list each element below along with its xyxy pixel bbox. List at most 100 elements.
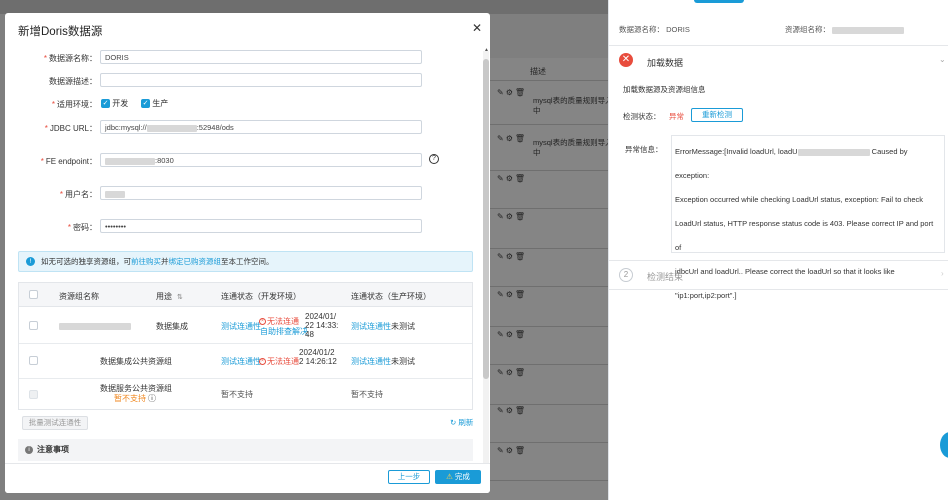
table-row: 数据服务公共资源组 暂不支持 ⓘ 暂不支持 暂不支持: [19, 379, 472, 410]
close-icon[interactable]: ✕: [472, 21, 482, 35]
jdbc-label: * JDBC URL：: [44, 124, 97, 133]
notes-section[interactable]: i 注意事项: [18, 439, 473, 461]
th-usage: 用途 ⇅: [156, 292, 183, 301]
sort-icon[interactable]: ⇅: [177, 294, 183, 301]
resource-group-name: 数据集成公共资源组: [100, 357, 172, 366]
chevron-icon[interactable]: ›: [941, 269, 944, 278]
env-prod-checkbox[interactable]: ✓ 生产: [141, 98, 168, 109]
panel-ds-name: 数据源名称： DORIS: [619, 25, 690, 34]
add-datasource-modal: 新增Doris数据源 ✕ * 数据源名称： DORIS 数据源描述： * 适用环境：…: [5, 13, 490, 493]
usage-cell: 数据集成: [156, 322, 188, 331]
help-icon[interactable]: ?: [429, 154, 439, 164]
prod-test-link[interactable]: 测试连通性: [351, 322, 391, 331]
row-action-icons: ✎⚙🗑: [497, 212, 528, 221]
check-icon: ✓: [141, 99, 150, 109]
modal-scrollbar[interactable]: [483, 51, 489, 471]
datasource-name-input[interactable]: DORIS: [100, 50, 422, 64]
dev-test-time: 2024/01/22 14:26:12: [299, 348, 337, 366]
background-table: [480, 58, 608, 500]
row-action-icons: ✎⚙🗑: [497, 134, 528, 143]
th-name: 资源组名称: [59, 292, 99, 301]
step1-title: 加载数据: [647, 58, 684, 68]
top-tab-indicator: [694, 0, 744, 3]
fe-endpoint-input[interactable]: :8030: [100, 153, 422, 167]
th-prod-status: 连通状态（生产环境）: [351, 292, 431, 301]
modal-title: 新增Doris数据源: [18, 26, 103, 38]
buy-link[interactable]: 前往购买: [131, 257, 161, 266]
resource-group-table: 资源组名称 用途 ⇅ 连通状态（开发环境） 连通状态（生产环境） 数据集成 测试连…: [18, 282, 473, 410]
bind-resource-group-link[interactable]: 绑定已购资源组: [169, 257, 222, 266]
table-header: 资源组名称 用途 ⇅ 连通状态（开发环境） 连通状态（生产环境）: [19, 283, 472, 307]
chevron-icon[interactable]: ⌄: [939, 55, 946, 64]
table-row: 数据集成公共资源组 测试连通性 × 无法连通 2024/01/22 14:26:1…: [19, 344, 472, 379]
row-checkbox[interactable]: [29, 321, 38, 330]
error-line: ErrorMessage:[Invalid loadUrl, loadU Cau…: [675, 147, 908, 180]
row-action-icons: ✎⚙🗑: [497, 252, 528, 261]
dev-status: 暂不支持: [221, 390, 253, 399]
row-action-icons: ✎⚙🗑: [497, 446, 528, 455]
check-status-label: 检测状态：: [623, 112, 661, 121]
error-message-box: ErrorMessage:[Invalid loadUrl, loadU Cau…: [671, 135, 945, 300]
error-icon: ×: [259, 318, 266, 326]
desc-label: 数据源描述：: [49, 77, 97, 86]
row-checkbox[interactable]: [29, 356, 38, 365]
recheck-button[interactable]: 重新检测: [691, 108, 743, 122]
prod-test-link[interactable]: 测试连通性: [351, 357, 391, 366]
row-checkbox-disabled: [29, 390, 38, 399]
refresh-button[interactable]: ↻ 刷新: [450, 417, 473, 428]
background-desc-cell: mysql表的质量规则导入中: [533, 96, 613, 115]
dev-test-link[interactable]: 测试连通性: [221, 322, 261, 331]
dev-status-fail: × 无法连通: [259, 357, 299, 366]
error-line: LoadUrl status, HTTP response status cod…: [675, 219, 934, 252]
username-label: * 用户名：: [59, 190, 97, 199]
info-icon: i: [25, 446, 33, 454]
row-action-icons: ✎⚙🗑: [497, 368, 528, 377]
panel-rg-name: 资源组名称：: [785, 24, 905, 35]
check-icon: ✓: [101, 99, 110, 109]
th-dev-status: 连通状态（开发环境）: [221, 292, 301, 301]
info-icon: !: [26, 257, 35, 266]
step1-desc: 加载数据源及资源组信息: [623, 85, 706, 94]
prev-step-button[interactable]: 上一步: [388, 470, 430, 484]
password-label: * 密码：: [67, 223, 97, 232]
env-label: * 适用环境：: [51, 100, 97, 109]
resource-group-name: [59, 322, 131, 331]
batch-test-button[interactable]: 批量测试连通性: [22, 416, 88, 430]
unsupported-badge: 暂不支持 ⓘ: [114, 394, 156, 403]
connectivity-check-panel: 数据源名称： DORIS 资源组名称： ✕ 加载数据 ⌄ 加载数据源及资源组信息…: [608, 0, 948, 500]
self-fix-link[interactable]: 自助排查解决: [260, 327, 308, 336]
row-action-icons: ✎⚙🗑: [497, 88, 528, 97]
table-row: 数据集成 测试连通性 × 无法连通 自助排查解决 2024/01/22 14:33…: [19, 308, 472, 344]
error-line: Exception occurred while checking LoadUr…: [675, 195, 924, 204]
datasource-desc-input[interactable]: [100, 73, 422, 87]
prod-status: 未测试: [391, 322, 415, 331]
check-status-value: 异常: [669, 112, 684, 121]
row-action-icons: ✎⚙🗑: [497, 290, 528, 299]
done-button[interactable]: ⚠ 完成: [435, 470, 481, 484]
fe-endpoint-label: * FE endpoint：: [40, 157, 97, 166]
step2-title: 检测结束: [647, 272, 684, 282]
scroll-up-icon[interactable]: ▲: [484, 47, 489, 53]
dev-test-link[interactable]: 测试连通性: [221, 357, 261, 366]
row-action-icons: ✎⚙🗑: [497, 406, 528, 415]
dev-status-fail: × 无法连通: [259, 317, 299, 326]
select-all-checkbox[interactable]: [29, 290, 38, 299]
error-line: jdbcUrl and loadUrl.. Please correct the…: [675, 267, 895, 276]
error-icon: ✕: [619, 53, 633, 67]
prod-status: 未测试: [391, 357, 415, 366]
username-input[interactable]: [100, 186, 422, 200]
error-icon: ×: [259, 358, 266, 366]
row-action-icons: ✎⚙🗑: [497, 330, 528, 339]
name-label: * 数据源名称：: [43, 54, 97, 63]
resource-group-notice: ! 如无可选的独享资源组，可前往购买并绑定已购资源组至本工作空间。: [18, 251, 473, 272]
resource-group-name: 数据服务公共资源组: [100, 384, 172, 393]
help-icon[interactable]: ⓘ: [148, 394, 156, 403]
row-action-icons: ✎⚙🗑: [497, 174, 528, 183]
refresh-icon: ↻: [450, 418, 457, 427]
jdbc-url-input[interactable]: jdbc:mysql://:52948/ods: [100, 120, 422, 134]
modal-footer: 上一步 ⚠ 完成: [5, 463, 490, 493]
env-dev-checkbox[interactable]: ✓ 开发: [101, 98, 128, 109]
background-top-strip: [0, 0, 608, 14]
background-desc-cell: mysql表的质量规则导入中: [533, 138, 613, 157]
password-input[interactable]: ••••••••: [100, 219, 422, 233]
